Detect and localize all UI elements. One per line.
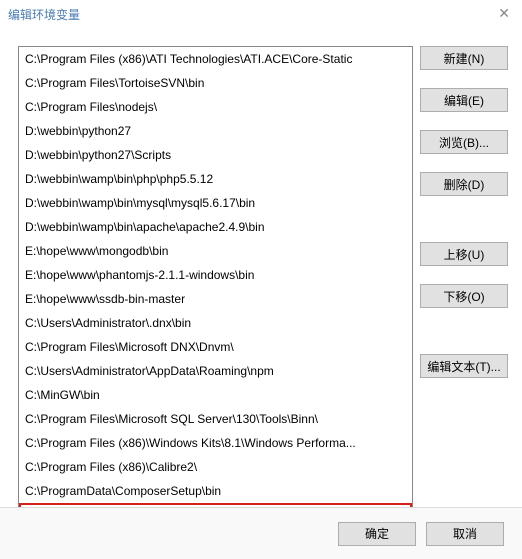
list-item[interactable]: C:\Users\Administrator\.dnx\bin bbox=[19, 311, 412, 335]
list-item[interactable]: D:\webbin\wamp\bin\apache\apache2.4.9\bi… bbox=[19, 215, 412, 239]
list-item[interactable]: C:\Users\Administrator\AppData\Roaming\n… bbox=[19, 359, 412, 383]
list-item[interactable]: D:\webbin\wamp\bin\php\php5.5.12 bbox=[19, 167, 412, 191]
list-item[interactable]: D:\webbin\wamp\bin\mysql\mysql5.6.17\bin bbox=[19, 191, 412, 215]
list-item[interactable]: C:\Program Files\Microsoft DNX\Dnvm\ bbox=[19, 335, 412, 359]
edit-text-button[interactable]: 编辑文本(T)... bbox=[420, 354, 508, 378]
dialog-footer: 确定 取消 bbox=[0, 507, 522, 559]
list-item[interactable]: C:\Program Files (x86)\Calibre2\ bbox=[19, 455, 412, 479]
list-item[interactable]: C:\ProgramData\ComposerSetup\bin bbox=[19, 479, 412, 503]
list-item[interactable]: C:\Program Files (x86)\Windows Kits\8.1\… bbox=[19, 431, 412, 455]
titlebar: 编辑环境变量 ✕ bbox=[0, 0, 522, 28]
side-button-panel: 新建(N) 编辑(E) 浏览(B)... 删除(D) 上移(U) 下移(O) 编… bbox=[420, 46, 508, 396]
dialog-content: C:\Program Files (x86)\ATI Technologies\… bbox=[0, 28, 522, 497]
list-item[interactable]: D:\webbin\python27 bbox=[19, 119, 412, 143]
cancel-button[interactable]: 取消 bbox=[426, 522, 504, 546]
move-down-button[interactable]: 下移(O) bbox=[420, 284, 508, 308]
delete-button[interactable]: 删除(D) bbox=[420, 172, 508, 196]
path-listbox-container: C:\Program Files (x86)\ATI Technologies\… bbox=[18, 46, 413, 516]
path-listbox[interactable]: C:\Program Files (x86)\ATI Technologies\… bbox=[19, 47, 412, 515]
browse-button[interactable]: 浏览(B)... bbox=[420, 130, 508, 154]
edit-button[interactable]: 编辑(E) bbox=[420, 88, 508, 112]
list-item[interactable]: D:\webbin\python27\Scripts bbox=[19, 143, 412, 167]
list-item[interactable]: E:\hope\www\ssdb-bin-master bbox=[19, 287, 412, 311]
window-title: 编辑环境变量 bbox=[8, 6, 80, 23]
list-item[interactable]: C:\Program Files\Microsoft SQL Server\13… bbox=[19, 407, 412, 431]
list-item[interactable]: C:\Program Files\nodejs\ bbox=[19, 95, 412, 119]
close-icon[interactable]: ✕ bbox=[498, 5, 510, 22]
move-up-button[interactable]: 上移(U) bbox=[420, 242, 508, 266]
ok-button[interactable]: 确定 bbox=[338, 522, 416, 546]
list-item[interactable]: C:\Program Files\TortoiseSVN\bin bbox=[19, 71, 412, 95]
list-item[interactable]: C:\MinGW\bin bbox=[19, 383, 412, 407]
list-item[interactable]: C:\Program Files (x86)\ATI Technologies\… bbox=[19, 47, 412, 71]
list-item[interactable]: E:\hope\www\mongodb\bin bbox=[19, 239, 412, 263]
list-item[interactable]: E:\hope\www\phantomjs-2.1.1-windows\bin bbox=[19, 263, 412, 287]
new-button[interactable]: 新建(N) bbox=[420, 46, 508, 70]
